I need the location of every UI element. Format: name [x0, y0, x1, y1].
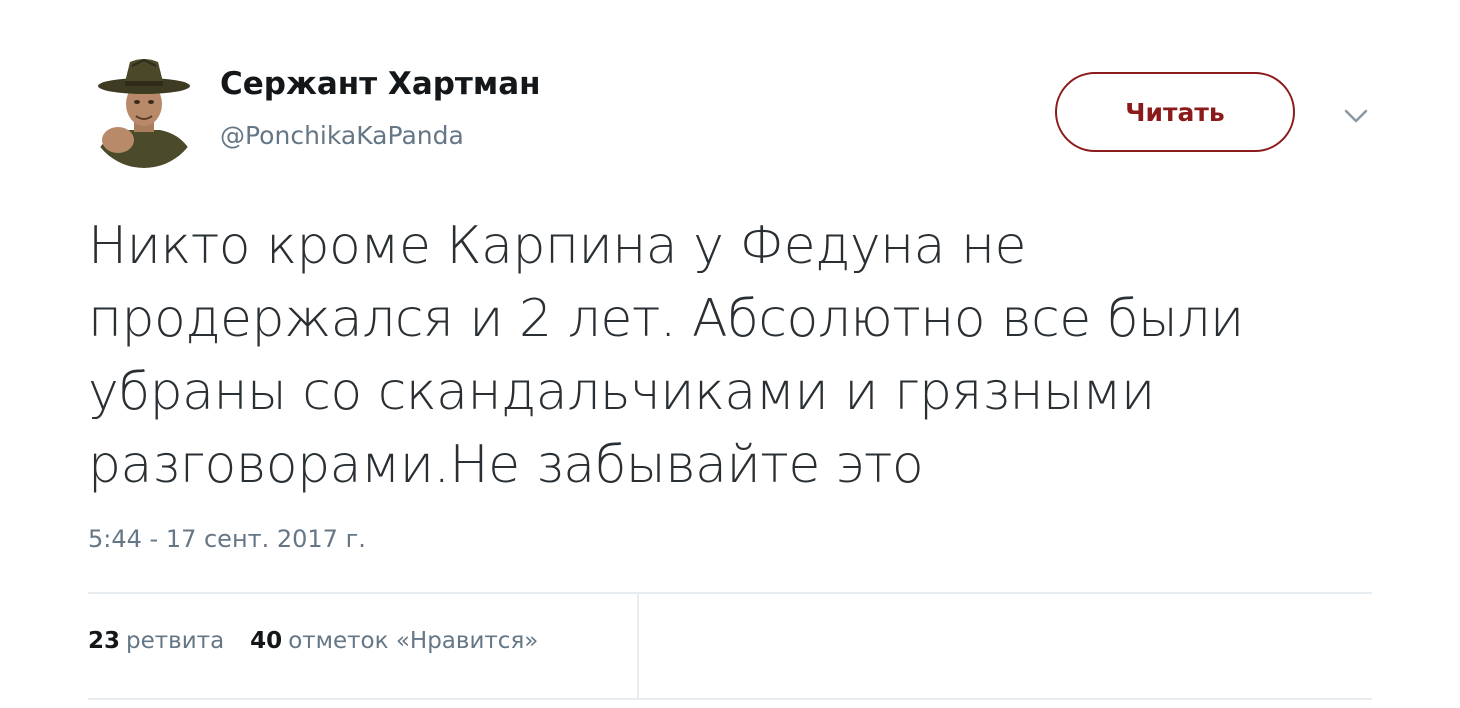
tweet-timestamp[interactable]: 5:44 - 17 сент. 2017 г.: [88, 525, 366, 553]
retweets-count: 23: [88, 628, 121, 654]
likes-label: отметок «Нравится»: [288, 628, 539, 654]
likes-stat[interactable]: 40 отметок «Нравится»: [250, 628, 538, 654]
divider: [88, 698, 1372, 700]
chevron-down-icon[interactable]: [1340, 100, 1372, 132]
retweets-label: ретвита: [126, 628, 225, 654]
tweet-text: Никто кроме Карпина у Федуна не продержа…: [88, 216, 1244, 495]
author-display-name[interactable]: Сержант Хартман: [220, 66, 541, 102]
avatar[interactable]: [88, 56, 200, 168]
tweet-stats: 23 ретвита 40 отметок «Нравится»: [88, 628, 538, 654]
drill-sergeant-avatar-icon: [88, 56, 200, 168]
follow-button[interactable]: Читать: [1055, 72, 1295, 152]
divider: [88, 592, 1372, 594]
likes-count: 40: [250, 628, 283, 654]
divider: [637, 594, 639, 698]
retweets-stat[interactable]: 23 ретвита: [88, 628, 224, 654]
author-handle[interactable]: @PonchikaKaPanda: [220, 121, 464, 150]
tweet-card: Сержант Хартман @PonchikaKaPanda Читать …: [0, 0, 1460, 708]
